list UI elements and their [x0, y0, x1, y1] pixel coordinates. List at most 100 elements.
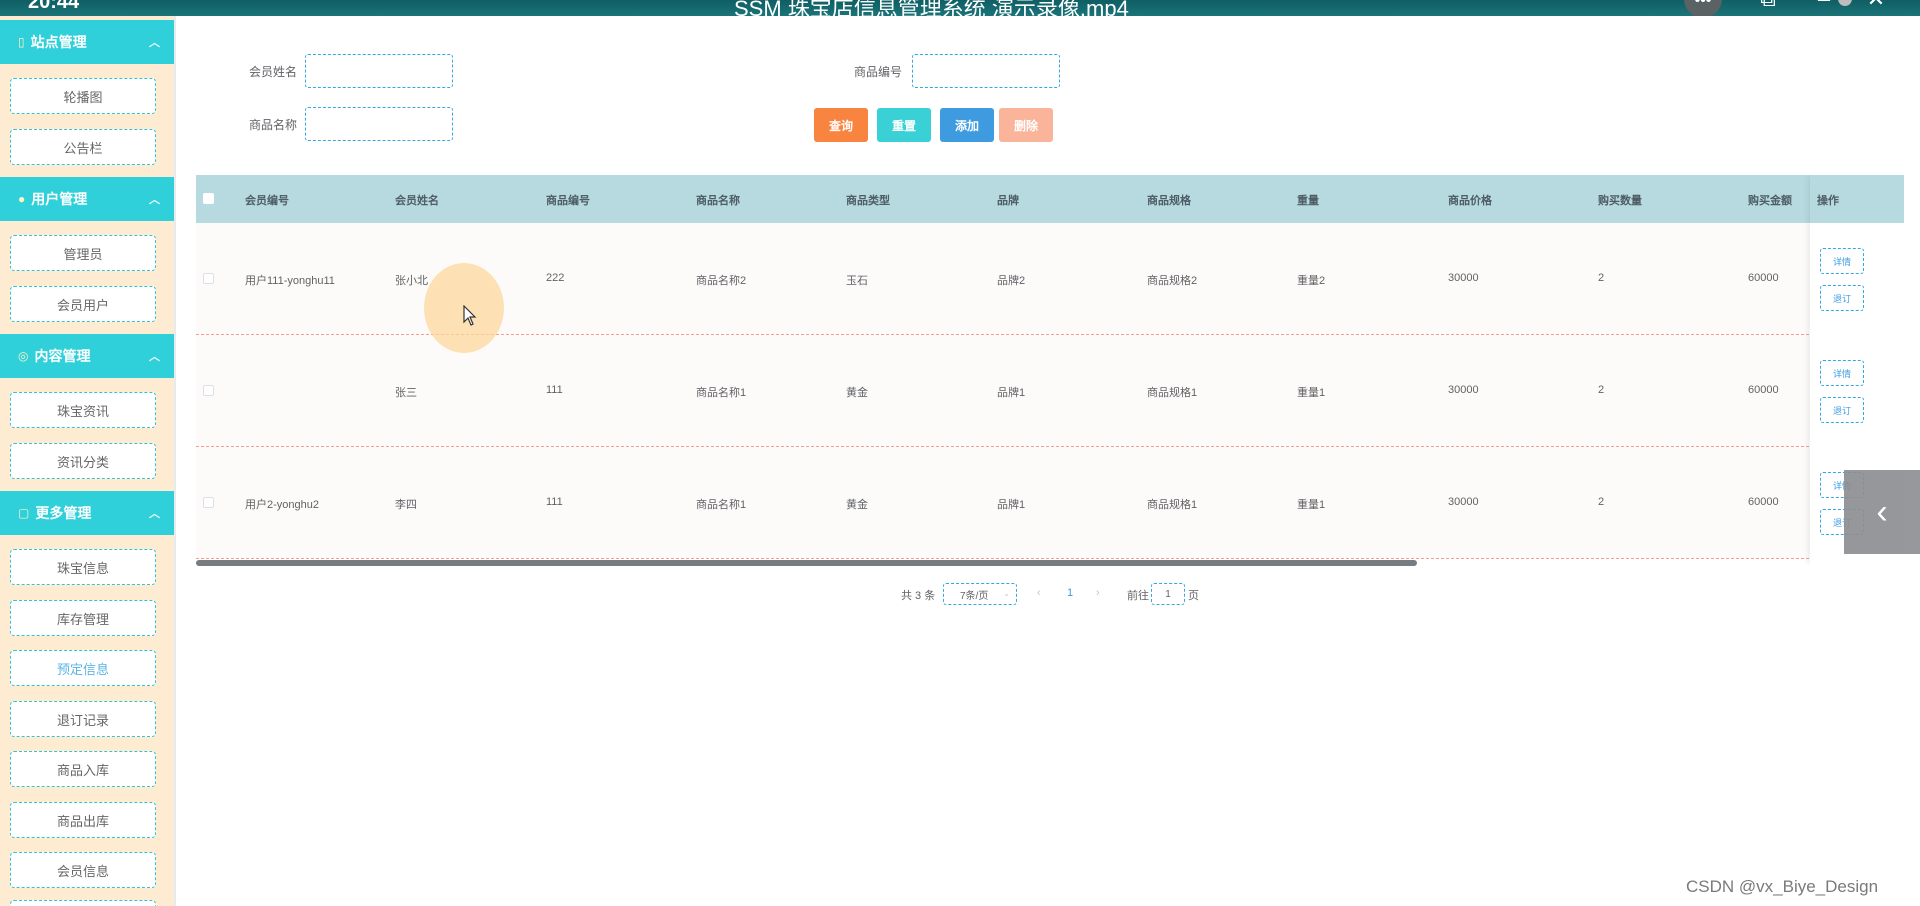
- column-header[interactable]: 购买数量: [1598, 192, 1642, 208]
- unsubscribe-button[interactable]: 退订: [1820, 285, 1864, 311]
- add-button[interactable]: 添加: [940, 108, 994, 142]
- table-cell: 商品规格1: [1147, 387, 1198, 399]
- record-dot-icon: [1838, 0, 1852, 6]
- column-header[interactable]: 品牌: [997, 192, 1019, 208]
- table-row[interactable]: 张三 111 商品名称1 黄金 品牌1 商品规格1 重量1 30000 2 60…: [196, 335, 1904, 447]
- column-header[interactable]: 商品类型: [846, 192, 890, 208]
- unsubscribe-button[interactable]: 退订: [1820, 397, 1864, 423]
- chevron-up-icon: ︿: [149, 351, 160, 363]
- column-header[interactable]: 商品规格: [1147, 192, 1191, 208]
- column-header[interactable]: 重量: [1297, 192, 1319, 208]
- table-horizontal-scrollbar[interactable]: [196, 560, 1417, 566]
- sidebar-item-notice[interactable]: 公告栏: [10, 129, 156, 165]
- product-name-input[interactable]: [305, 107, 453, 141]
- side-panel-toggle[interactable]: ‹: [1844, 470, 1920, 554]
- total-count: 共 3 条: [901, 590, 936, 602]
- table-cell: 30000: [1448, 384, 1479, 396]
- column-header[interactable]: 会员姓名: [395, 192, 439, 208]
- member-name-label: 会员姓名: [249, 65, 298, 79]
- chevron-up-icon: ︿: [149, 194, 160, 206]
- select-all-checkbox[interactable]: [203, 193, 214, 204]
- table-cell: 111: [546, 496, 563, 508]
- table-cell: 30000: [1448, 496, 1479, 508]
- sidebar-item-inventory[interactable]: 库存管理: [10, 600, 156, 636]
- current-page[interactable]: 1: [1067, 587, 1073, 599]
- table-cell: 用户2-yonghu2: [245, 499, 319, 511]
- product-no-label: 商品编号: [854, 65, 903, 79]
- delete-button[interactable]: 删除: [999, 108, 1053, 142]
- goto-page-input[interactable]: 1: [1151, 583, 1185, 605]
- table-cell: 李四: [395, 499, 417, 511]
- sidebar-group-more[interactable]: ▢ 更多管理 ︿: [0, 491, 174, 535]
- sidebar-item-admin[interactable]: 管理员: [10, 235, 156, 271]
- table-row[interactable]: 用户2-yonghu2 李四 111 商品名称1 黄金 品牌1 商品规格1 重量…: [196, 447, 1904, 559]
- row-checkbox[interactable]: [203, 385, 214, 396]
- chevron-left-icon: ‹: [1876, 492, 1888, 531]
- sidebar-group-content[interactable]: ◎ 内容管理 ︿: [0, 334, 174, 378]
- operation-header-label: 操作: [1817, 195, 1839, 207]
- table-cell: 黄金: [846, 499, 868, 511]
- bookmark-icon: ▯: [18, 35, 25, 49]
- minimize-icon[interactable]: –: [1810, 0, 1838, 14]
- sidebar-item-carousel[interactable]: 轮播图: [10, 78, 156, 114]
- page-size-value: 7条/页: [960, 590, 989, 602]
- table-cell: 张小北: [395, 275, 428, 287]
- column-header[interactable]: 购买金额: [1748, 192, 1792, 208]
- sidebar-item-member-info[interactable]: 会员信息: [10, 852, 156, 888]
- table-cell: 60000: [1748, 272, 1779, 284]
- row-checkbox[interactable]: [203, 497, 214, 508]
- column-header[interactable]: 商品名称: [696, 192, 740, 208]
- table-cell: 60000: [1748, 496, 1779, 508]
- detail-button[interactable]: 详情: [1820, 248, 1864, 274]
- table-cell: 2: [1598, 272, 1605, 284]
- sidebar-item-stock-in[interactable]: 商品入库: [10, 751, 156, 787]
- close-icon[interactable]: ✕: [1862, 0, 1890, 14]
- prev-page-button[interactable]: ‹: [1037, 587, 1041, 599]
- sidebar-divider: [174, 0, 176, 906]
- column-header[interactable]: 会员编号: [245, 192, 289, 208]
- picture-in-picture-icon[interactable]: ⧉: [1754, 0, 1782, 14]
- clock: 20:44: [28, 0, 80, 13]
- sidebar-group-label: 站点管理: [30, 34, 87, 50]
- table-header: 会员编号 会员姓名 商品编号 商品名称 商品类型 品牌 商品规格 重量 商品价格…: [196, 175, 1904, 223]
- column-header[interactable]: 商品价格: [1448, 192, 1492, 208]
- sidebar-group-users[interactable]: ● 用户管理 ︿: [0, 177, 174, 221]
- next-page-button[interactable]: ›: [1096, 587, 1100, 599]
- table-cell: 60000: [1748, 384, 1779, 396]
- sidebar-item-members[interactable]: 会员用户: [10, 286, 156, 322]
- table-cell: 张三: [395, 387, 417, 399]
- query-button[interactable]: 查询: [814, 108, 868, 142]
- sidebar-item-news-category[interactable]: 资讯分类: [10, 443, 156, 479]
- table-cell: 用户111-yonghu11: [245, 275, 335, 287]
- member-name-input[interactable]: [305, 54, 453, 88]
- user-icon: ●: [18, 192, 26, 206]
- sidebar-group-label: 更多管理: [35, 505, 92, 521]
- reservation-table: 会员编号 会员姓名 商品编号 商品名称 商品类型 品牌 商品规格 重量 商品价格…: [196, 175, 1904, 564]
- content-icon: ◎: [18, 349, 29, 363]
- table-cell: 品牌1: [997, 499, 1026, 511]
- goto-label: 前往: [1127, 590, 1149, 602]
- sidebar-item-next[interactable]: [10, 900, 156, 906]
- page-suffix: 页: [1188, 590, 1199, 602]
- table-cell: 2: [1598, 384, 1605, 396]
- sidebar-group-label: 用户管理: [31, 191, 88, 207]
- column-header[interactable]: 商品编号: [546, 192, 590, 208]
- sidebar-item-reservations[interactable]: 预定信息: [10, 650, 156, 686]
- product-no-input[interactable]: [912, 54, 1060, 88]
- sidebar-group-site[interactable]: ▯ 站点管理 ︿: [0, 20, 174, 64]
- product-name-label: 商品名称: [249, 118, 298, 132]
- sidebar-item-jewelry-info[interactable]: 珠宝信息: [10, 549, 156, 585]
- sidebar-item-unsubscribe-records[interactable]: 退订记录: [10, 701, 156, 737]
- sidebar-group-label: 内容管理: [34, 348, 91, 364]
- sidebar-item-stock-out[interactable]: 商品出库: [10, 802, 156, 838]
- page-size-select[interactable]: 7条/页 ⌄: [943, 583, 1017, 605]
- reset-button[interactable]: 重置: [877, 108, 931, 142]
- table-cell: 重量1: [1297, 387, 1326, 399]
- chevron-up-icon: ︿: [149, 37, 160, 49]
- sidebar-item-jewelry-news[interactable]: 珠宝资讯: [10, 392, 156, 428]
- video-title: SSM 珠宝店信息管理系统 演示录像.mp4: [734, 0, 1129, 16]
- detail-button[interactable]: 详情: [1820, 360, 1864, 386]
- row-checkbox[interactable]: [203, 273, 214, 284]
- menu-dots-icon[interactable]: •••: [1684, 0, 1722, 16]
- sidebar: ▯ 站点管理 ︿ 轮播图 公告栏 ● 用户管理 ︿ 管理员 会员用户 ◎ 内容管…: [0, 0, 174, 906]
